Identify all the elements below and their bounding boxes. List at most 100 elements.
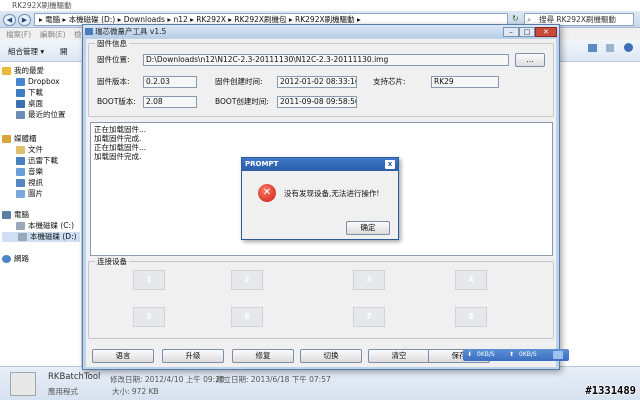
- firmware-version-field: 0.2.03: [143, 76, 197, 88]
- nav-documents[interactable]: 文件: [16, 145, 43, 155]
- prompt-dialog: PROMPT x ✕ 没有发现设备,无法进行操作! 确定: [241, 157, 399, 240]
- menu-edit[interactable]: 編輯(E): [40, 29, 66, 40]
- music-icon: [16, 168, 25, 176]
- prompt-title: PROMPT: [245, 160, 279, 168]
- device-slot-1: 1: [133, 270, 165, 290]
- menu-file[interactable]: 檔案(F): [6, 29, 31, 40]
- pictures-icon: [16, 190, 25, 198]
- device-slot-4: 4: [455, 270, 487, 290]
- dropbox-icon: [16, 78, 25, 86]
- drive-icon: [16, 222, 25, 230]
- upload-speed-icon: ⬆: [509, 351, 515, 358]
- widget-icon: [553, 351, 563, 359]
- preview-pane-icon[interactable]: [606, 44, 614, 52]
- download-speed: 0KB/S: [477, 351, 495, 358]
- explorer-title: RK292X刷機驅動: [0, 0, 640, 11]
- clear-button[interactable]: 清空: [368, 349, 430, 363]
- app-icon: [85, 28, 93, 35]
- log-line: 正在加载固件...: [94, 143, 147, 152]
- language-button[interactable]: 语言: [92, 349, 154, 363]
- menu-view[interactable]: 檢: [74, 29, 82, 40]
- log-line: 正在加载固件...: [94, 125, 147, 134]
- firmware-path-field[interactable]: D:\Downloads\n12\N12C-2.3-20111130\N12C-…: [143, 54, 509, 66]
- nav-dropbox[interactable]: Dropbox: [16, 77, 60, 87]
- nav-favorites[interactable]: 我的最愛: [2, 66, 44, 76]
- desktop-icon: [16, 100, 25, 108]
- upload-speed: 0KB/S: [519, 351, 537, 358]
- search-placeholder: 搜尋 RK292X刷機驅動: [539, 15, 616, 24]
- firmware-created-label: 固件创建时间:: [215, 77, 263, 86]
- watermark: #1331489: [585, 385, 636, 397]
- help-icon[interactable]: [624, 43, 633, 52]
- window-titlebar: 瑞芯微量产工具 v1.5 – □ ✕: [83, 25, 559, 38]
- repair-button[interactable]: 修复: [232, 349, 294, 363]
- firmware-version-label: 固件版本:: [97, 77, 130, 86]
- chip-label: 支持芯片:: [373, 77, 406, 86]
- upgrade-button[interactable]: 升级: [162, 349, 224, 363]
- drive-icon: [18, 233, 27, 241]
- nav-thunder[interactable]: 迅雷下載: [16, 156, 58, 166]
- status-type: 應用程式: [48, 387, 78, 396]
- device-group: 连接设备 1 2 3 4 5 6 7 8: [88, 257, 554, 339]
- status-filename: RKBatchTool: [48, 372, 101, 382]
- nav-recent[interactable]: 最近的位置: [16, 110, 66, 120]
- window-title: 瑞芯微量产工具 v1.5: [95, 27, 167, 36]
- device-slot-2: 2: [231, 270, 263, 290]
- thunder-download-icon: [16, 157, 25, 165]
- download-speed-icon: ⬇: [467, 351, 473, 358]
- device-slot-5: 5: [133, 307, 165, 327]
- boot-created-field: 2011-09-08 09:58:56: [277, 96, 357, 108]
- maximize-button[interactable]: □: [519, 27, 535, 37]
- boot-version-field: 2.08: [143, 96, 197, 108]
- navigation-pane: 我的最愛 Dropbox 下載 桌面 最近的位置 媒體櫃 文件 迅雷下載 音樂 …: [0, 62, 82, 374]
- device-slot-3: 3: [353, 270, 385, 290]
- log-line: 加载固件完成.: [94, 134, 142, 143]
- firmware-created-field: 2012-01-02 08:33:16: [277, 76, 357, 88]
- device-slot-6: 6: [231, 307, 263, 327]
- app-file-icon: [10, 372, 36, 396]
- view-icon[interactable]: [588, 44, 597, 52]
- prompt-message: 没有发现设备,无法进行操作!: [284, 189, 380, 198]
- firmware-group: 固件信息 固件位置: D:\Downloads\n12\N12C-2.3-201…: [88, 39, 554, 117]
- documents-icon: [16, 146, 25, 154]
- video-icon: [16, 179, 25, 187]
- nav-drive-d[interactable]: 本機磁碟 (D:): [2, 232, 80, 242]
- recent-places-icon: [16, 111, 25, 119]
- device-group-title: 连接设备: [95, 257, 129, 266]
- details-pane: RKBatchTool 修改日期: 2012/4/10 上午 09:20 建立日…: [0, 366, 640, 400]
- organize-button[interactable]: 組合管理 ▾: [8, 46, 44, 57]
- nav-desktop[interactable]: 桌面: [16, 99, 43, 109]
- nav-computer[interactable]: 電腦: [2, 210, 29, 220]
- star-icon: [2, 67, 11, 75]
- nav-downloads[interactable]: 下載: [16, 88, 43, 98]
- nav-videos[interactable]: 視訊: [16, 178, 43, 188]
- nav-libraries[interactable]: 媒體櫃: [2, 134, 37, 144]
- computer-icon: [2, 211, 11, 219]
- close-button[interactable]: ✕: [535, 27, 557, 37]
- status-size: 大小: 972 KB: [112, 387, 159, 396]
- switch-button[interactable]: 切换: [300, 349, 362, 363]
- status-modified: 修改日期: 2012/4/10 上午 09:20: [110, 375, 225, 384]
- firmware-group-title: 固件信息: [95, 39, 129, 48]
- forward-icon[interactable]: ▶: [18, 14, 31, 26]
- device-slot-8: 8: [455, 307, 487, 327]
- nav-network[interactable]: 網路: [2, 254, 29, 264]
- boot-created-label: BOOT创建时间:: [215, 97, 269, 106]
- boot-version-label: BOOT版本:: [97, 97, 136, 106]
- browse-button[interactable]: ...: [515, 53, 545, 67]
- ok-button[interactable]: 确定: [346, 221, 390, 235]
- speed-widget[interactable]: ⬇ 0KB/S ⬆ 0KB/S: [463, 349, 569, 361]
- error-icon: ✕: [258, 184, 276, 202]
- nav-pictures[interactable]: 圖片: [16, 189, 43, 199]
- library-icon: [2, 135, 11, 143]
- firmware-path-label: 固件位置:: [97, 55, 130, 64]
- open-button[interactable]: 開: [60, 46, 68, 57]
- download-icon: [16, 89, 25, 97]
- back-icon[interactable]: ◀: [3, 14, 16, 26]
- nav-music[interactable]: 音樂: [16, 167, 43, 177]
- nav-drive-c[interactable]: 本機磁碟 (C:): [16, 221, 74, 231]
- minimize-button[interactable]: –: [503, 27, 519, 37]
- prompt-close-button[interactable]: x: [385, 160, 395, 169]
- chip-field: RK29: [431, 76, 499, 88]
- status-created: 建立日期: 2013/6/18 下午 07:57: [216, 375, 331, 384]
